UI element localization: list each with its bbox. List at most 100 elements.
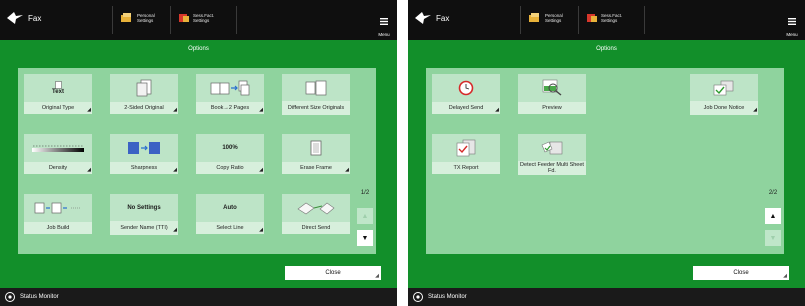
more-arrow-icon: ◢ bbox=[259, 107, 263, 113]
menu-label: Menu bbox=[786, 32, 798, 37]
option-label: 2-Sided Original bbox=[110, 102, 178, 114]
option-erase-frame[interactable]: Erase Frame ◢ bbox=[282, 134, 350, 174]
corner-grip-icon: ◢ bbox=[783, 273, 787, 279]
option-label: Detect Feeder Multi Sheet Fd. bbox=[518, 161, 586, 175]
option-sharpness[interactable]: Sharpness ◢ bbox=[110, 134, 178, 174]
delayed-send-clock-icon bbox=[458, 80, 474, 96]
personal-settings-button[interactable]: Personal Settings bbox=[528, 12, 563, 24]
option-label: Different Size Originals bbox=[282, 101, 350, 115]
shared-settings-button[interactable]: Sess.Fact. Settings bbox=[178, 12, 214, 24]
option-label: Select Line bbox=[196, 222, 264, 234]
option-tx-report[interactable]: TX Report bbox=[432, 134, 500, 174]
close-button[interactable]: Close ◢ bbox=[693, 266, 789, 280]
original-type-value: Text bbox=[52, 88, 64, 95]
status-monitor-label: Status Monitor bbox=[428, 294, 467, 300]
more-arrow-icon: ◢ bbox=[495, 107, 499, 113]
menu-button[interactable]: Menu bbox=[374, 12, 394, 37]
option-label: Erase Frame bbox=[282, 162, 350, 174]
more-arrow-icon: ◢ bbox=[87, 107, 91, 113]
more-arrow-icon: ◢ bbox=[173, 107, 177, 113]
down-arrow-icon: ▼ bbox=[361, 234, 369, 242]
erase-frame-icon bbox=[310, 140, 322, 156]
option-direct-send[interactable]: Direct Send bbox=[282, 194, 350, 234]
option-label: TX Report bbox=[432, 162, 500, 174]
direct-send-icon bbox=[297, 202, 335, 215]
scroll-down-button[interactable]: ▼ bbox=[357, 230, 373, 246]
option-job-done-notice[interactable]: Job Done Notice ◢ bbox=[690, 74, 758, 115]
option-label: Sharpness bbox=[110, 162, 178, 174]
bottom-bar: Close ◢ bbox=[0, 258, 397, 288]
options-title-bar: Options bbox=[0, 40, 397, 58]
personal-settings-button[interactable]: Personal Settings bbox=[120, 12, 155, 24]
option-density[interactable]: Density ◢ bbox=[24, 134, 92, 174]
menu-icon bbox=[788, 18, 796, 25]
more-arrow-icon: ◢ bbox=[173, 167, 177, 173]
job-build-icon bbox=[34, 202, 81, 214]
page-indicator: 1/2 bbox=[360, 190, 370, 196]
sender-name-value: No Settings bbox=[127, 204, 161, 211]
different-size-originals-icon bbox=[305, 80, 327, 96]
status-monitor-bar[interactable]: Status Monitor bbox=[408, 288, 805, 306]
top-bar: Fax Personal Settings Sess.Fact. Setting… bbox=[408, 0, 805, 40]
option-label: Original Type bbox=[24, 102, 92, 114]
menu-button[interactable]: Menu bbox=[782, 12, 802, 37]
page-scroller: 1/2 ▲ ▼ bbox=[354, 68, 376, 254]
option-copy-ratio[interactable]: 100% Copy Ratio ◢ bbox=[196, 134, 264, 174]
option-select-line[interactable]: Auto Select Line ◢ bbox=[196, 194, 264, 234]
divider bbox=[236, 6, 237, 34]
option-preview[interactable]: Preview bbox=[518, 74, 586, 114]
status-monitor-label: Status Monitor bbox=[20, 294, 59, 300]
option-detect-feeder-multi-sheet[interactable]: Detect Feeder Multi Sheet Fd. bbox=[518, 134, 586, 175]
shared-settings-icon bbox=[587, 14, 597, 22]
bottom-bar: Close ◢ bbox=[408, 258, 805, 288]
divider bbox=[578, 6, 579, 34]
scroll-up-button[interactable]: ▲ bbox=[357, 208, 373, 224]
sharpness-icon bbox=[128, 142, 160, 154]
document-icon: Text bbox=[52, 80, 64, 96]
personal-settings-label: Personal Settings bbox=[137, 13, 155, 23]
app-title: Fax bbox=[28, 13, 42, 23]
more-arrow-icon: ◢ bbox=[173, 227, 177, 233]
status-monitor-bar[interactable]: Status Monitor bbox=[0, 288, 397, 306]
option-job-build[interactable]: Job Build bbox=[24, 194, 92, 234]
menu-label: Menu bbox=[378, 32, 390, 37]
page-indicator: 2/2 bbox=[768, 190, 778, 196]
more-arrow-icon: ◢ bbox=[259, 167, 263, 173]
option-book-2-pages[interactable]: Book→2 Pages ◢ bbox=[196, 74, 264, 114]
options-title: Options bbox=[188, 46, 209, 52]
divider bbox=[644, 6, 645, 34]
option-label: Direct Send bbox=[282, 222, 350, 234]
top-bar: Fax Personal Settings Sess.Fact. Setting… bbox=[0, 0, 397, 40]
options-content: Delayed Send ◢ Preview Job Done Notice ◢… bbox=[408, 58, 805, 258]
option-different-size-originals[interactable]: Different Size Originals bbox=[282, 74, 350, 115]
option-sender-name-tti[interactable]: No Settings Sender Name (TTI) ◢ bbox=[110, 194, 178, 235]
option-label: Job Done Notice bbox=[690, 101, 758, 115]
close-button[interactable]: Close ◢ bbox=[285, 266, 381, 280]
option-label: Density bbox=[24, 162, 92, 174]
up-arrow-icon: ▲ bbox=[361, 212, 369, 220]
option-original-type[interactable]: Text Original Type ◢ bbox=[24, 74, 92, 114]
preview-magnifier-icon bbox=[542, 79, 562, 96]
select-line-value: Auto bbox=[223, 204, 237, 211]
scroll-down-button[interactable]: ▼ bbox=[765, 230, 781, 246]
more-arrow-icon: ◢ bbox=[345, 167, 349, 173]
option-2-sided-original[interactable]: 2-Sided Original ◢ bbox=[110, 74, 178, 114]
shared-settings-label: Sess.Fact. Settings bbox=[193, 13, 215, 23]
shared-settings-button[interactable]: Sess.Fact. Settings bbox=[586, 12, 622, 24]
app-title: Fax bbox=[436, 13, 450, 23]
scroll-up-button[interactable]: ▲ bbox=[765, 208, 781, 224]
detect-feeder-icon bbox=[541, 141, 563, 155]
shared-settings-icon bbox=[179, 14, 189, 22]
fax-app-button[interactable]: Fax bbox=[414, 10, 449, 26]
up-arrow-icon: ▲ bbox=[769, 212, 777, 220]
options-title: Options bbox=[596, 46, 617, 52]
personal-settings-label: Personal Settings bbox=[545, 13, 563, 23]
status-monitor-icon bbox=[5, 292, 15, 302]
divider bbox=[520, 6, 521, 34]
option-label: Copy Ratio bbox=[196, 162, 264, 174]
fax-app-button[interactable]: Fax bbox=[6, 10, 41, 26]
fax-icon bbox=[7, 12, 23, 24]
option-delayed-send[interactable]: Delayed Send ◢ bbox=[432, 74, 500, 114]
two-sided-original-icon bbox=[136, 79, 152, 97]
option-label: Sender Name (TTI) bbox=[110, 221, 178, 235]
